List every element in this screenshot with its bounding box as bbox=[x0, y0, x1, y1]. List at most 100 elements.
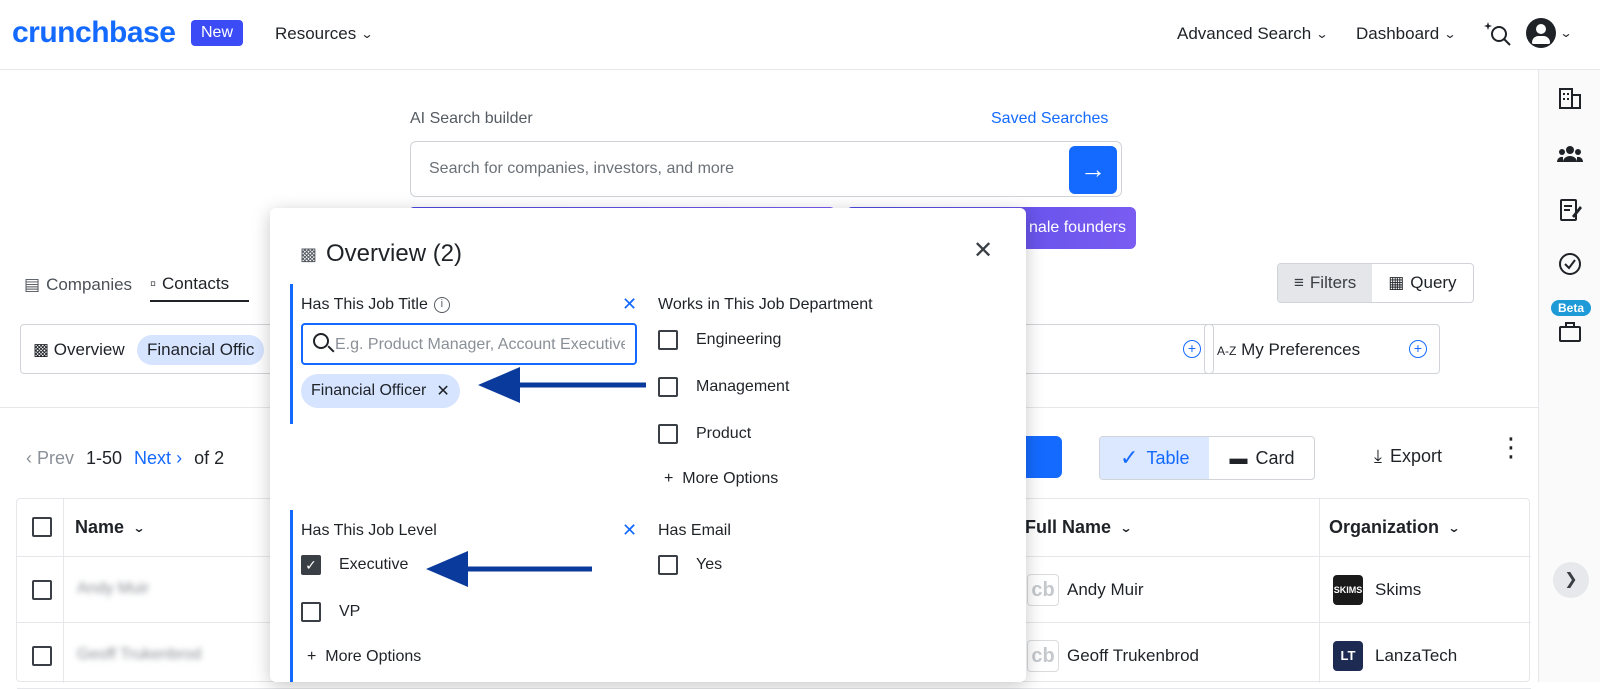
checkbox[interactable] bbox=[658, 377, 678, 397]
download-icon: ⤓ bbox=[1374, 446, 1382, 466]
row-checkbox[interactable] bbox=[32, 646, 52, 666]
advanced-search-menu[interactable]: Advanced Search ⌄ bbox=[1177, 24, 1329, 44]
filters-button[interactable]: ≡ Filters bbox=[1278, 264, 1373, 302]
add-circle-icon[interactable]: + bbox=[1409, 340, 1427, 358]
close-icon[interactable]: ✕ bbox=[973, 236, 993, 265]
full-name-cell[interactable]: Andy Muir bbox=[1067, 580, 1144, 600]
crunchbase-placeholder-logo: cb bbox=[1027, 640, 1059, 672]
check-circle-icon[interactable] bbox=[1557, 252, 1583, 278]
top-navigation-bar: crunchbase New Resources ⌄ Advanced Sear… bbox=[0, 0, 1600, 70]
remove-chip-icon[interactable]: ✕ bbox=[436, 381, 449, 401]
right-rail: Beta ❯ bbox=[1538, 70, 1600, 682]
clear-job-level-icon[interactable]: ✕ bbox=[622, 520, 637, 541]
financial-officer-chip[interactable]: Financial Officer ✕ bbox=[301, 374, 460, 408]
prev-button[interactable]: ‹ Prev bbox=[26, 448, 74, 469]
query-button[interactable]: ▦ Query bbox=[1372, 264, 1472, 302]
more-options-label: More Options bbox=[682, 470, 779, 487]
query-icon: ▦ bbox=[1388, 273, 1405, 292]
export-button[interactable]: ⤓ Export bbox=[1374, 446, 1442, 467]
row-checkbox[interactable] bbox=[32, 580, 52, 600]
my-preferences-filter[interactable]: A-Z My Preferences + bbox=[1204, 324, 1440, 374]
contact-card-icon: ▫ bbox=[150, 274, 157, 293]
submit-arrow-button[interactable]: → bbox=[1069, 146, 1117, 194]
query-label: Query bbox=[1410, 273, 1457, 292]
job-title-label-text: Has This Job Title bbox=[301, 296, 428, 313]
ai-search-input[interactable]: Search for companies, investors, and mor… bbox=[410, 141, 1122, 197]
card-view-button[interactable]: ▬ Card bbox=[1209, 437, 1314, 479]
select-all-checkbox[interactable] bbox=[32, 517, 52, 537]
has-email-label: Has Email bbox=[658, 522, 731, 539]
dashboard-menu[interactable]: Dashboard ⌄ bbox=[1356, 24, 1457, 44]
full-name-header-label: Full Name bbox=[1025, 517, 1112, 537]
prev-label: Prev bbox=[37, 448, 75, 468]
financial-officer-chip-label: Financial Officer bbox=[311, 382, 427, 399]
ai-search-builder-label: AI Search builder bbox=[410, 110, 533, 127]
department-option-management[interactable]: Management bbox=[658, 377, 789, 397]
full-name-column-header[interactable]: Full Name ⌄ bbox=[1025, 517, 1133, 538]
organization-cell[interactable]: Skims bbox=[1375, 580, 1421, 600]
chevron-down-icon: ⌄ bbox=[132, 520, 146, 535]
total-count: of 2 bbox=[194, 448, 225, 468]
dashboard-label: Dashboard bbox=[1356, 24, 1440, 43]
overview-icon: ▩ bbox=[300, 244, 318, 264]
department-more-options[interactable]: + More Options bbox=[664, 470, 778, 488]
organization-cell[interactable]: LanzaTech bbox=[1375, 646, 1457, 666]
checkbox[interactable] bbox=[301, 602, 321, 622]
search-icon bbox=[313, 333, 329, 349]
more-options-icon[interactable]: ⋮ bbox=[1498, 434, 1524, 460]
my-preferences-label: A-Z My Preferences bbox=[1217, 340, 1360, 360]
financial-officer-chip[interactable]: Financial Offic bbox=[137, 335, 265, 365]
checkbox[interactable] bbox=[658, 555, 678, 575]
user-avatar-icon[interactable] bbox=[1526, 18, 1556, 48]
ai-search-icon[interactable] bbox=[1484, 20, 1512, 54]
chevron-down-icon: ⌄ bbox=[360, 27, 374, 41]
option-label: Management bbox=[696, 378, 790, 395]
crunchbase-logo[interactable]: crunchbase bbox=[12, 16, 176, 50]
table-label: Table bbox=[1146, 447, 1190, 468]
card-label: Card bbox=[1255, 447, 1295, 468]
info-icon[interactable]: i bbox=[433, 296, 450, 313]
notes-icon[interactable] bbox=[1557, 198, 1583, 224]
overview-filter-modal: ▩ Overview (2) ✕ Has This Job Title i ✕ E… bbox=[270, 208, 1026, 682]
job-level-more-options[interactable]: + More Options bbox=[307, 648, 421, 666]
department-option-engineering[interactable]: Engineering bbox=[658, 330, 781, 350]
briefcase-icon[interactable] bbox=[1557, 320, 1583, 346]
section-indicator bbox=[290, 284, 293, 424]
add-circle-icon[interactable]: + bbox=[1183, 340, 1201, 358]
modal-title: Overview (2) bbox=[326, 240, 463, 267]
tab-contacts[interactable]: ▫ Contacts bbox=[150, 268, 250, 302]
suggestion-pill-label: nale founders bbox=[1029, 219, 1126, 236]
department-option-product[interactable]: Product bbox=[658, 424, 751, 444]
building-icon[interactable] bbox=[1557, 86, 1583, 112]
checked-checkbox[interactable]: ✓ bbox=[301, 555, 321, 575]
table-view-button[interactable]: ✓ Table bbox=[1100, 437, 1210, 479]
option-label: Executive bbox=[339, 556, 409, 573]
people-icon[interactable] bbox=[1556, 142, 1584, 168]
chevron-down-icon[interactable]: ⌄ bbox=[1559, 26, 1572, 40]
job-level-option-executive[interactable]: ✓ Executive bbox=[301, 555, 408, 575]
chevron-down-icon: ⌄ bbox=[1315, 27, 1329, 41]
export-label: Export bbox=[1389, 446, 1442, 466]
clear-job-title-icon[interactable]: ✕ bbox=[622, 294, 637, 315]
job-title-input[interactable]: E.g. Product Manager, Account Executive bbox=[301, 323, 637, 365]
checkbox[interactable] bbox=[658, 424, 678, 444]
lanzatech-logo: LT bbox=[1333, 641, 1363, 671]
filters-query-toggle: ≡ Filters ▦ Query bbox=[1277, 263, 1474, 303]
more-options-label: More Options bbox=[325, 648, 422, 665]
saved-searches-link[interactable]: Saved Searches bbox=[991, 110, 1108, 128]
email-option-yes[interactable]: Yes bbox=[658, 555, 722, 575]
overview-filter-group[interactable]: ▩ Overview Financial Offic bbox=[20, 324, 280, 374]
resources-menu[interactable]: Resources ⌄ bbox=[275, 24, 374, 44]
next-button[interactable]: Next › bbox=[134, 448, 182, 469]
full-name-cell[interactable]: Geoff Trukenbrod bbox=[1067, 646, 1199, 666]
job-level-option-vp[interactable]: VP bbox=[301, 602, 360, 622]
chevron-right-icon[interactable]: ❯ bbox=[1553, 562, 1589, 598]
building-icon: ▤ bbox=[24, 275, 41, 294]
department-label: Works in This Job Department bbox=[658, 296, 873, 313]
tab-companies[interactable]: ▤ Companies bbox=[24, 268, 132, 302]
new-badge[interactable]: New bbox=[191, 20, 244, 46]
checkbox[interactable] bbox=[658, 330, 678, 350]
name-column-header[interactable]: Name ⌄ bbox=[75, 517, 146, 538]
organization-column-header[interactable]: Organization ⌄ bbox=[1329, 517, 1461, 538]
section-indicator bbox=[290, 510, 293, 682]
